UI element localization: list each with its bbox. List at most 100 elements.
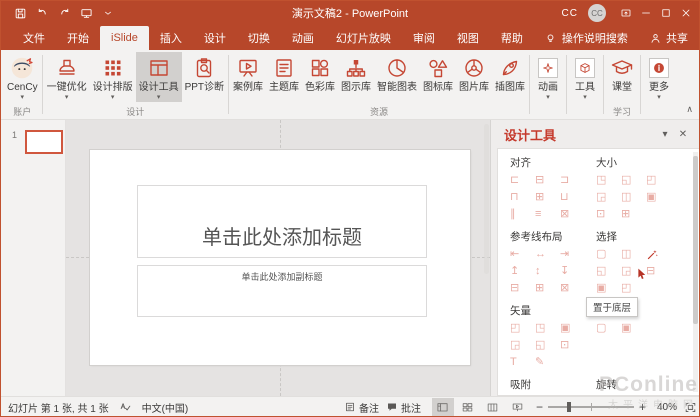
redo-icon[interactable] (56, 5, 72, 21)
copy-icon[interactable]: ▢ (596, 320, 621, 337)
animation-button[interactable]: 动画▾ (531, 52, 565, 102)
tab-home[interactable]: 开始 (56, 26, 100, 50)
guide-matrix-icon[interactable]: ⊠ (560, 280, 585, 297)
canvas-scrollbar[interactable] (484, 124, 489, 274)
guide-left-icon[interactable]: ⇤ (510, 246, 535, 263)
ribbon-display-options-icon[interactable] (616, 3, 636, 23)
language-indicator[interactable]: 中文(中国) (142, 400, 189, 415)
zoom-out-icon[interactable]: − (536, 400, 543, 414)
start-slideshow-icon[interactable] (78, 5, 94, 21)
align-center-horizontal-icon[interactable]: ⊟ (535, 172, 560, 189)
tab-review[interactable]: 审阅 (402, 26, 446, 50)
zoom-slider[interactable]: − + (536, 400, 646, 414)
align-top-icon[interactable]: ⊓ (510, 189, 535, 206)
match-width-icon[interactable]: ◲ (596, 189, 621, 206)
spellcheck-icon[interactable] (119, 401, 132, 414)
panel-dropdown-caret-icon[interactable]: ▾ (656, 129, 674, 140)
color-library-button[interactable]: 色彩库 (302, 52, 338, 102)
distribute-vertical-icon[interactable]: ≡ (535, 206, 560, 223)
guide-margin-icon[interactable]: ⊟ (510, 280, 535, 297)
box-select-icon[interactable]: ▢ (596, 246, 621, 263)
zoom-slider-thumb[interactable] (567, 402, 571, 412)
save-icon[interactable] (12, 5, 28, 21)
illustration-library-button[interactable]: 插图库 (492, 52, 528, 102)
user-avatar[interactable]: CC (588, 4, 606, 22)
shape-combine-icon[interactable]: ◳ (535, 320, 560, 337)
guide-right-icon[interactable]: ⇥ (560, 246, 585, 263)
slide-thumbnail[interactable] (25, 130, 63, 154)
distribute-horizontal-icon[interactable]: ∥ (510, 206, 535, 223)
diagram-library-button[interactable]: 图示库 (338, 52, 374, 102)
zoom-in-icon[interactable]: + (639, 400, 646, 414)
equal-size-icon[interactable]: ◰ (646, 172, 671, 189)
group-select-icon[interactable]: ◫ (621, 246, 646, 263)
tell-me-search[interactable]: 操作说明搜索 (544, 26, 628, 50)
pen-tool-icon[interactable]: ✎ (535, 354, 560, 371)
zoom-level[interactable]: 40% (653, 402, 677, 413)
align-left-icon[interactable]: ⊏ (510, 172, 535, 189)
tab-insert[interactable]: 插入 (149, 26, 193, 50)
title-placeholder[interactable]: 单击此处添加标题 (137, 185, 427, 258)
tab-slideshow[interactable]: 幻灯片放映 (325, 26, 402, 50)
shape-crop-icon[interactable]: ⊡ (560, 337, 585, 354)
more-button[interactable]: 更多▾ (642, 52, 676, 102)
guide-center-icon[interactable]: ↔ (535, 246, 560, 263)
slideshow-view-button[interactable] (507, 398, 529, 416)
paste-icon[interactable]: ▣ (621, 320, 646, 337)
equal-width-icon[interactable]: ◳ (596, 172, 621, 189)
reading-view-button[interactable] (482, 398, 504, 416)
matrix-distribute-icon[interactable]: ⊠ (560, 206, 585, 223)
guide-middle-icon[interactable]: ↕ (535, 263, 560, 280)
shape-union-icon[interactable]: ◰ (510, 320, 535, 337)
classroom-button[interactable]: 课堂 (605, 52, 639, 102)
tab-help[interactable]: 帮助 (490, 26, 534, 50)
align-bottom-icon[interactable]: ⊔ (560, 189, 585, 206)
subtitle-placeholder[interactable]: 单击此处添加副标题 (137, 265, 427, 317)
design-layout-button[interactable]: 设计排版▾ (90, 52, 136, 102)
align-right-icon[interactable]: ⊐ (560, 172, 585, 189)
equal-height-icon[interactable]: ◱ (621, 172, 646, 189)
shape-subtract-icon[interactable]: ◱ (535, 337, 560, 354)
cency-account-button[interactable]: CenCy▾ (4, 52, 41, 102)
panel-scrollbar[interactable] (693, 152, 698, 392)
case-library-button[interactable]: 案例库 (230, 52, 266, 102)
align-middle-icon[interactable]: ⊞ (535, 189, 560, 206)
smart-chart-button[interactable]: 智能图表 (374, 52, 420, 102)
tab-view[interactable]: 视图 (446, 26, 490, 50)
close-icon[interactable] (676, 3, 696, 23)
design-tools-button[interactable]: 设计工具▾ (136, 52, 182, 102)
tab-file[interactable]: 文件 (12, 26, 56, 50)
select-next-icon[interactable]: ⊟ (646, 263, 671, 280)
undo-icon[interactable] (34, 5, 50, 21)
collapse-ribbon-icon[interactable]: ∧ (686, 104, 693, 414)
select-locked-icon[interactable]: ▣ (596, 280, 621, 297)
tools-button[interactable]: 工具▾ (568, 52, 602, 102)
maximize-icon[interactable] (656, 3, 676, 23)
guide-grid-icon[interactable]: ⊞ (535, 280, 560, 297)
slide[interactable]: 单击此处添加标题 单击此处添加副标题 (90, 150, 470, 365)
magic-select-icon[interactable] (646, 246, 671, 263)
scale-height-icon[interactable]: ⊞ (621, 206, 646, 223)
share-button[interactable]: 共享 (649, 26, 688, 50)
fit-slide-to-window-icon[interactable] (684, 401, 697, 414)
one-key-optimize-button[interactable]: 一键优化▾ (44, 52, 90, 102)
picture-library-button[interactable]: 图片库 (456, 52, 492, 102)
shape-intersect-icon[interactable]: ◲ (510, 337, 535, 354)
match-height-icon[interactable]: ◫ (621, 189, 646, 206)
comments-button[interactable]: 批注 (386, 400, 421, 415)
normal-view-button[interactable] (432, 398, 454, 416)
tab-design[interactable]: 设计 (193, 26, 237, 50)
customize-qat-icon[interactable] (100, 5, 116, 21)
minimize-icon[interactable] (636, 3, 656, 23)
icon-library-button[interactable]: 图标库 (420, 52, 456, 102)
guide-bottom-icon[interactable]: ↧ (560, 263, 585, 280)
slide-sorter-view-button[interactable] (457, 398, 479, 416)
guide-top-icon[interactable]: ↥ (510, 263, 535, 280)
scale-width-icon[interactable]: ⊡ (596, 206, 621, 223)
theme-library-button[interactable]: 主题库 (266, 52, 302, 102)
shape-fragment-icon[interactable]: ▣ (560, 320, 585, 337)
tab-transitions[interactable]: 切换 (237, 26, 281, 50)
notes-button[interactable]: 备注 (344, 400, 379, 415)
bring-to-front-icon[interactable]: ◱ (596, 263, 621, 280)
text-tool-icon[interactable]: T (510, 354, 535, 371)
